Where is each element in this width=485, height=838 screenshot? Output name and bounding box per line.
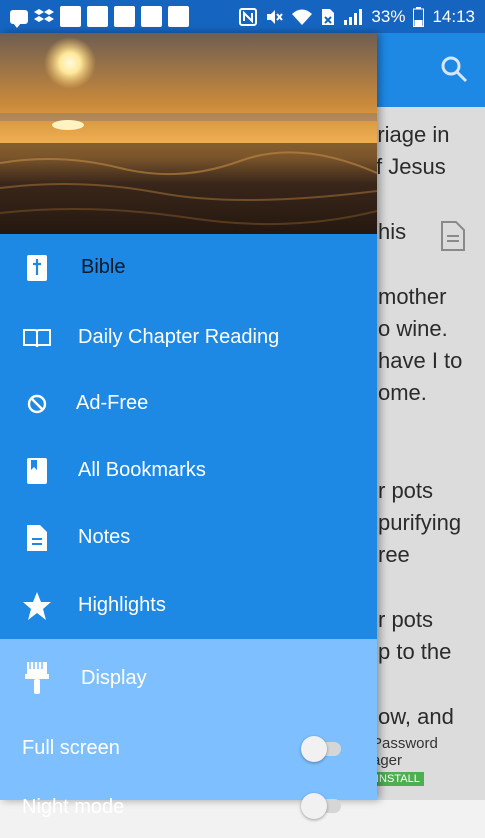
menu-item-label: All Bookmarks xyxy=(78,459,206,481)
ad-banner[interactable]: Password ager INSTALL xyxy=(372,735,462,795)
verse-text: ree xyxy=(378,542,410,567)
menu-item-label: Ad-Free xyxy=(76,392,149,414)
block-icon xyxy=(22,389,52,419)
night-mode-toggle[interactable] xyxy=(301,793,341,819)
battery-percent: 33% xyxy=(371,6,406,26)
menu-item-label: Bible xyxy=(81,256,126,278)
mute-icon xyxy=(267,9,284,24)
no-sim-icon xyxy=(322,8,335,25)
setting-label: Full screen xyxy=(22,737,120,759)
menu-item-notes[interactable]: Notes xyxy=(0,504,377,571)
note-indicator-icon[interactable] xyxy=(440,220,466,252)
note-icon xyxy=(22,523,52,553)
setting-label: Night mode xyxy=(22,796,125,818)
battery-icon xyxy=(413,6,425,27)
display-section: Display Full screen Night mode xyxy=(0,639,377,819)
verse-text: mother xyxy=(378,284,447,309)
bible-icon xyxy=(22,253,52,283)
setting-night-mode[interactable]: Night mode xyxy=(0,772,377,838)
verse-text: r pots xyxy=(378,478,434,503)
toggle-knob xyxy=(301,736,327,762)
verse-text: purifying xyxy=(378,510,462,535)
menu-item-highlights[interactable]: Highlights xyxy=(0,572,377,639)
header-image xyxy=(0,33,377,234)
menu-item-label: Notes xyxy=(78,526,131,548)
signal-icon xyxy=(344,8,363,25)
wifi-icon xyxy=(292,9,313,25)
toggle-knob xyxy=(301,793,327,819)
verse-text: rriage in xyxy=(370,122,450,147)
open-book-icon xyxy=(22,323,52,353)
menu-item-label: Daily Chapter Reading xyxy=(78,326,280,348)
star-icon xyxy=(22,591,52,621)
menu-item-bible[interactable]: Bible xyxy=(0,234,377,301)
clock: 14:13 xyxy=(432,6,475,26)
ad-text: ager xyxy=(372,752,403,769)
verse-text: have I to xyxy=(378,348,463,373)
search-icon[interactable] xyxy=(440,55,468,83)
bookmark-icon xyxy=(22,456,52,486)
status-bar: 33% 14:13 xyxy=(0,0,485,33)
brush-icon xyxy=(24,661,50,700)
dropbox-icon xyxy=(34,8,54,22)
menu-item-all-bookmarks[interactable]: All Bookmarks xyxy=(0,437,377,504)
menu-item-label: Display xyxy=(81,667,147,689)
drawer-menu: Bible Daily Chapter Reading Ad-Free All … xyxy=(0,234,377,639)
nfc-icon xyxy=(239,7,258,26)
notification-icon xyxy=(141,6,162,27)
menu-item-display[interactable]: Display xyxy=(0,645,377,711)
notification-icon xyxy=(168,6,189,27)
menu-item-label: Highlights xyxy=(78,594,166,616)
full-screen-toggle[interactable] xyxy=(301,736,341,762)
notification-icon xyxy=(87,6,108,27)
verse-text: r pots xyxy=(378,607,434,632)
notification-icon xyxy=(60,6,81,27)
verse-text: f Jesus xyxy=(376,154,446,179)
message-notification-icon xyxy=(10,9,28,28)
verse-text: o wine. xyxy=(378,316,448,341)
verse-text: his xyxy=(378,219,407,244)
install-button[interactable]: INSTALL xyxy=(372,772,424,786)
verse-text: ome. xyxy=(378,380,427,405)
menu-item-ad-free[interactable]: Ad-Free xyxy=(0,370,377,437)
menu-item-daily-chapter-reading[interactable]: Daily Chapter Reading xyxy=(0,304,377,371)
navigation-drawer: Bible Daily Chapter Reading Ad-Free All … xyxy=(0,33,377,819)
ad-text: Password xyxy=(372,735,438,752)
verse-text: ow, and xyxy=(378,704,454,729)
verse-text: p to the xyxy=(378,639,452,664)
notification-icon xyxy=(114,6,135,27)
